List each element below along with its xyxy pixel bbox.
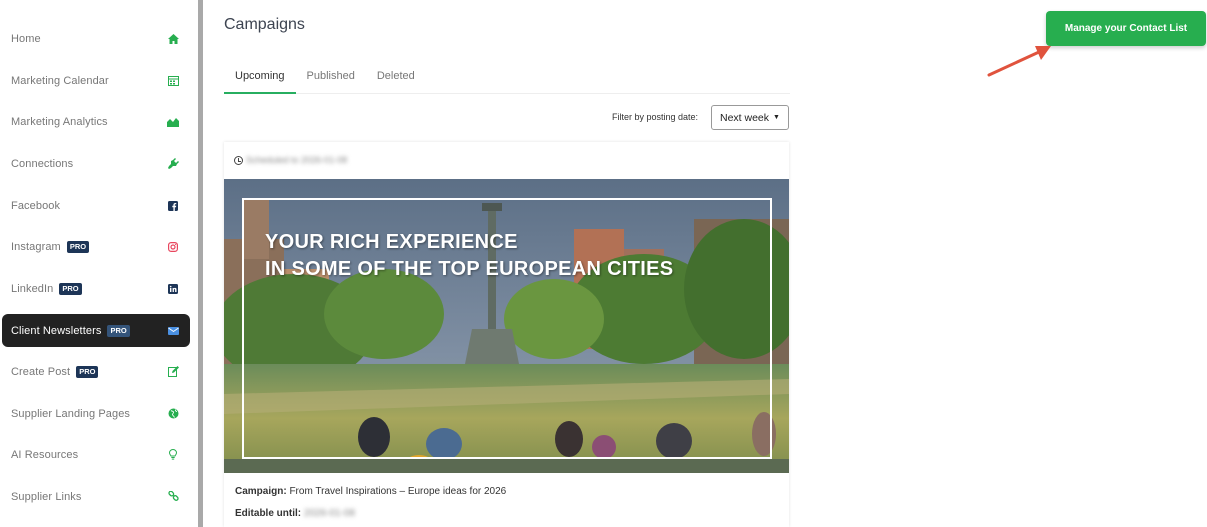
manage-contact-list-button[interactable]: Manage your Contact List: [1046, 11, 1206, 46]
tab-published[interactable]: Published: [296, 62, 366, 94]
sidebar-item-supplier-landing-pages[interactable]: Supplier Landing Pages: [2, 397, 190, 430]
sidebar-item-label: Supplier Links: [11, 490, 82, 503]
editable-label: Editable until:: [235, 508, 302, 519]
posting-date-dropdown[interactable]: Next week ▼: [711, 105, 789, 130]
sidebar-item-home[interactable]: Home: [2, 22, 190, 55]
pro-badge: PRO: [107, 324, 130, 337]
sidebar-item-facebook[interactable]: Facebook: [2, 189, 190, 222]
sidebar-item-label: Instagram: [11, 240, 61, 253]
campaign-name: From Travel Inspirations – Europe ideas …: [289, 486, 507, 497]
image-headline: YOUR RICH EXPERIENCE IN SOME OF THE TOP …: [265, 229, 673, 283]
sidebar-item-label: AI Resources: [11, 448, 79, 461]
page-title: Campaigns: [224, 16, 305, 33]
plug-icon: [166, 157, 180, 171]
sidebar-item-client-newsletters[interactable]: Client Newsletters PRO: [2, 314, 190, 347]
tab-upcoming[interactable]: Upcoming: [224, 62, 296, 94]
home-icon: [166, 32, 180, 46]
scheduled-date: Scheduled to 2026-01-08: [246, 155, 348, 165]
pro-badge: PRO: [59, 282, 82, 295]
filter-label: Filter by posting date:: [612, 112, 699, 122]
image-headline-line1: YOUR RICH EXPERIENCE: [265, 231, 518, 253]
campaign-card: Scheduled to 2026-01-08 YOUR RICH EXPERI…: [224, 142, 789, 527]
dropdown-value: Next week: [720, 111, 770, 124]
pro-badge: PRO: [66, 240, 90, 253]
sidebar-item-instagram[interactable]: Instagram PRO: [2, 230, 190, 263]
annotation-arrow-icon: [987, 46, 1051, 77]
globe-icon: [166, 407, 180, 421]
facebook-icon: [166, 199, 180, 213]
instagram-icon: [166, 240, 180, 254]
sidebar-item-label: Connections: [11, 157, 74, 170]
sidebar-item-create-post[interactable]: Create Post PRO: [2, 355, 190, 388]
editable-info: Editable until: 2026-01-08: [235, 508, 355, 519]
sidebar-item-label: Home: [11, 32, 41, 45]
editable-date: 2026-01-08: [303, 508, 356, 519]
area-chart-icon: [166, 115, 180, 129]
link-icon: [166, 490, 180, 504]
sidebar-item-label: Facebook: [11, 199, 61, 212]
envelope-icon: [166, 324, 180, 338]
caret-down-icon: ▼: [773, 114, 780, 121]
sidebar-item-supplier-links[interactable]: Supplier Links: [2, 480, 190, 513]
campaign-info: Campaign: From Travel Inspirations – Eur…: [235, 486, 506, 497]
image-headline-line2: IN SOME OF THE TOP EUROPEAN CITIES: [265, 258, 674, 280]
campaign-label: Campaign:: [235, 486, 287, 497]
card-header: Scheduled to 2026-01-08: [224, 142, 789, 178]
sidebar-item-marketing-calendar[interactable]: Marketing Calendar: [2, 64, 190, 97]
calendar-icon: [166, 74, 180, 88]
linkedin-icon: [166, 282, 180, 296]
lightbulb-icon: [166, 448, 180, 462]
sidebar-divider: [198, 0, 203, 527]
sidebar-item-label: Marketing Analytics: [11, 115, 108, 128]
sidebar-item-label: LinkedIn: [11, 282, 54, 295]
sidebar-item-marketing-analytics[interactable]: Marketing Analytics: [2, 105, 190, 138]
sidebar-item-label: Create Post: [11, 365, 71, 378]
sidebar-item-linkedin[interactable]: LinkedIn PRO: [2, 272, 190, 305]
sidebar-item-label: Client Newsletters: [11, 324, 102, 337]
sidebar-item-ai-resources[interactable]: AI Resources: [2, 438, 190, 471]
sidebar-item-connections[interactable]: Connections: [2, 147, 190, 180]
sidebar: Home Marketing Calendar Marketing Analyt…: [0, 0, 198, 527]
campaign-tabs: Upcoming Published Deleted: [224, 62, 790, 94]
clock-icon: [234, 155, 243, 165]
campaign-image[interactable]: YOUR RICH EXPERIENCE IN SOME OF THE TOP …: [224, 179, 789, 473]
sidebar-item-label: Supplier Landing Pages: [11, 407, 131, 420]
pro-badge: PRO: [76, 365, 99, 378]
sidebar-item-label: Marketing Calendar: [11, 74, 109, 87]
tab-deleted[interactable]: Deleted: [366, 62, 426, 94]
edit-icon: [166, 365, 180, 379]
